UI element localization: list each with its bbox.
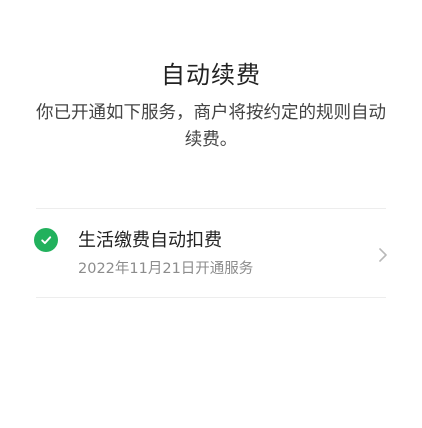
divider	[36, 208, 386, 209]
check-circle-icon	[34, 228, 58, 252]
service-item-life-payment[interactable]: 生活缴费自动扣费 2022年11月21日开通服务	[34, 222, 388, 288]
chevron-right-icon	[378, 247, 388, 263]
page-title: 自动续费	[161, 61, 261, 89]
divider	[36, 297, 386, 298]
page-description: 你已开通如下服务，商户将按约定的规则自动续费。	[36, 103, 386, 150]
service-date: 2022年11月21日开通服务	[78, 261, 254, 277]
service-name: 生活缴费自动扣费	[78, 230, 222, 251]
auto-renewal-page: 自动续费 你已开通如下服务，商户将按约定的规则自动续费。 生活缴费自动扣费 20…	[0, 0, 422, 428]
